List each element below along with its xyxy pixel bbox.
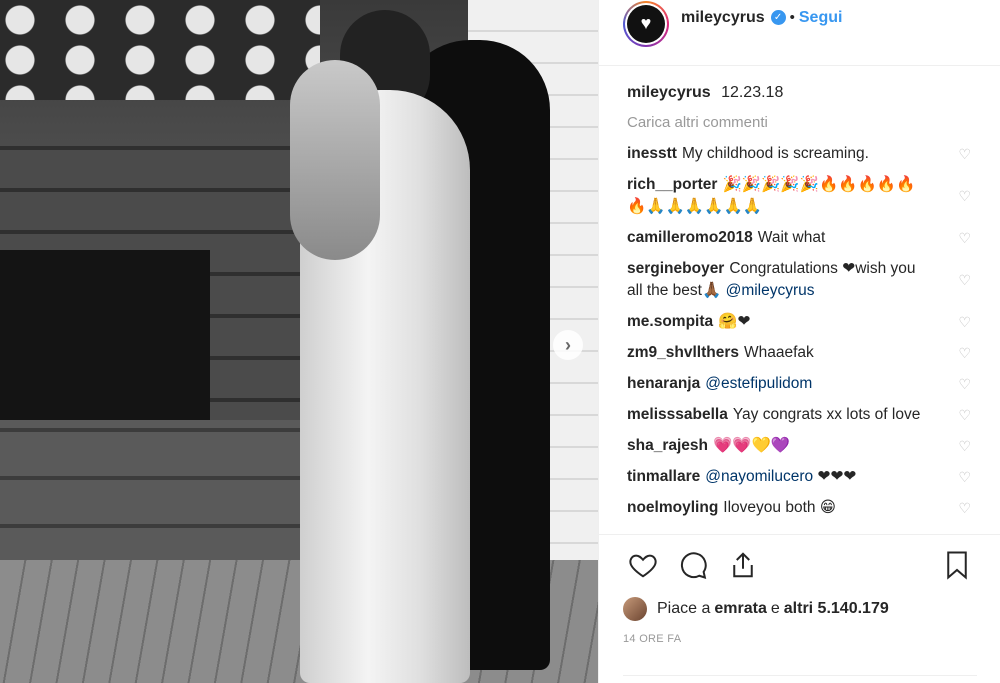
- comment: sergineboyer Congratulations ❤wish you al…: [627, 258, 973, 302]
- bride-hair: [290, 60, 380, 260]
- post-photo[interactable]: ›: [0, 0, 598, 683]
- load-more-comments-button[interactable]: Carica altri commenti: [627, 114, 973, 131]
- comment-username[interactable]: sergineboyer: [627, 260, 724, 277]
- heart-icon[interactable]: ♡: [958, 143, 971, 165]
- flowers: [0, 0, 320, 100]
- comment-text: ❤❤❤: [813, 468, 857, 485]
- comment: sha_rajesh 💗💗💛💜 ♡: [627, 435, 973, 457]
- heart-icon[interactable]: ♡: [958, 269, 971, 291]
- bookmark-icon[interactable]: [937, 545, 977, 585]
- share-icon[interactable]: [723, 545, 763, 585]
- comment-username[interactable]: rich__porter: [627, 176, 717, 193]
- comment-username[interactable]: zm9_shvllthers: [627, 344, 739, 361]
- heart-icon[interactable]: ♡: [958, 497, 971, 519]
- follow-button[interactable]: Segui: [799, 9, 843, 27]
- comment: me.sompita 🤗❤ ♡: [627, 311, 973, 333]
- comment-text: Iloveyou both 😁: [723, 499, 836, 516]
- comment-username[interactable]: noelmoyling: [627, 499, 718, 516]
- comment-text: My childhood is screaming.: [681, 145, 869, 162]
- likes-conj: e: [770, 600, 780, 617]
- heart-icon[interactable]: ♡: [958, 227, 971, 249]
- post-actions: Piace a emrata e altri 5.140.179 14 ORE …: [599, 534, 1000, 683]
- comment-text: 💗💗💛💜: [713, 437, 791, 454]
- comment-username[interactable]: me.sompita: [627, 313, 713, 330]
- comment: melisssabella Yay congrats xx lots of lov…: [627, 404, 973, 426]
- post-timestamp[interactable]: 14 ORE FA: [623, 633, 977, 645]
- heart-icon[interactable]: ♡: [958, 342, 971, 364]
- comment-mention[interactable]: @mileycyrus: [726, 282, 815, 299]
- comment-username[interactable]: melisssabella: [627, 406, 728, 423]
- avatar[interactable]: [623, 597, 647, 621]
- comment-text: Wait what: [757, 229, 826, 246]
- caption: mileycyrus 12.23.18: [627, 84, 973, 102]
- separator-dot: •: [789, 9, 795, 26]
- post-side-panel: ♥ mileycyrus ✓ • Segui mileycyrus 12.23.…: [598, 0, 1000, 683]
- fireplace: [0, 250, 210, 420]
- comment-text: Whaaefak: [744, 344, 814, 361]
- post-header: ♥ mileycyrus ✓ • Segui: [599, 0, 1000, 66]
- action-icons: [623, 545, 977, 585]
- heart-icon[interactable]: ♡: [958, 404, 971, 426]
- comment: zm9_shvllthers Whaaefak ♡: [627, 342, 973, 364]
- heart-icon[interactable]: [623, 545, 663, 585]
- heart-icon[interactable]: ♡: [958, 373, 971, 395]
- comment-mention[interactable]: @nayomilucero: [705, 468, 813, 485]
- chevron-right-icon[interactable]: ›: [553, 330, 583, 360]
- likes-prefix: Piace a: [657, 600, 711, 617]
- comment: inesstt My childhood is screaming. ♡: [627, 143, 973, 165]
- caption-username[interactable]: mileycyrus: [627, 84, 711, 101]
- comment-username[interactable]: sha_rajesh: [627, 437, 708, 454]
- likes-summary: Piace a emrata e altri 5.140.179: [623, 597, 977, 621]
- comment-username[interactable]: camilleromo2018: [627, 229, 753, 246]
- likes-count[interactable]: altri 5.140.179: [784, 600, 889, 618]
- comment-mention[interactable]: @estefipulidom: [705, 375, 812, 392]
- comments-list[interactable]: mileycyrus 12.23.18 Carica altri comment…: [599, 66, 1000, 534]
- caption-text: 12.23.18: [721, 84, 784, 101]
- heart-icon[interactable]: ♡: [958, 185, 971, 207]
- comment-text: Yay congrats xx lots of love: [732, 406, 921, 423]
- comment: tinmallare @nayomilucero ❤❤❤ ♡: [627, 466, 973, 488]
- comment: henaranja @estefipulidom ♡: [627, 373, 973, 395]
- comment: rich__porter 🎉🎉🎉🎉🎉🔥🔥🔥🔥🔥🔥🙏🙏🙏🙏🙏🙏 ♡: [627, 174, 973, 218]
- comment: noelmoyling Iloveyou both 😁 ♡: [627, 497, 973, 519]
- comment-username[interactable]: inesstt: [627, 145, 677, 162]
- comment: camilleromo2018 Wait what ♡: [627, 227, 973, 249]
- heart-icon[interactable]: ♡: [958, 466, 971, 488]
- avatar[interactable]: ♥: [623, 0, 669, 47]
- likes-user[interactable]: emrata: [714, 600, 766, 618]
- comment-username[interactable]: henaranja: [627, 375, 700, 392]
- comment-text: 🤗❤: [718, 313, 751, 330]
- heart-icon[interactable]: ♡: [958, 311, 971, 333]
- comment-username[interactable]: tinmallare: [627, 468, 700, 485]
- header-username[interactable]: mileycyrus: [681, 9, 765, 27]
- heart-icon[interactable]: ♡: [958, 435, 971, 457]
- add-comment-input[interactable]: Aggiungi un commento...: [623, 675, 977, 683]
- verified-badge-icon: ✓: [770, 10, 786, 25]
- comment-icon[interactable]: [673, 545, 713, 585]
